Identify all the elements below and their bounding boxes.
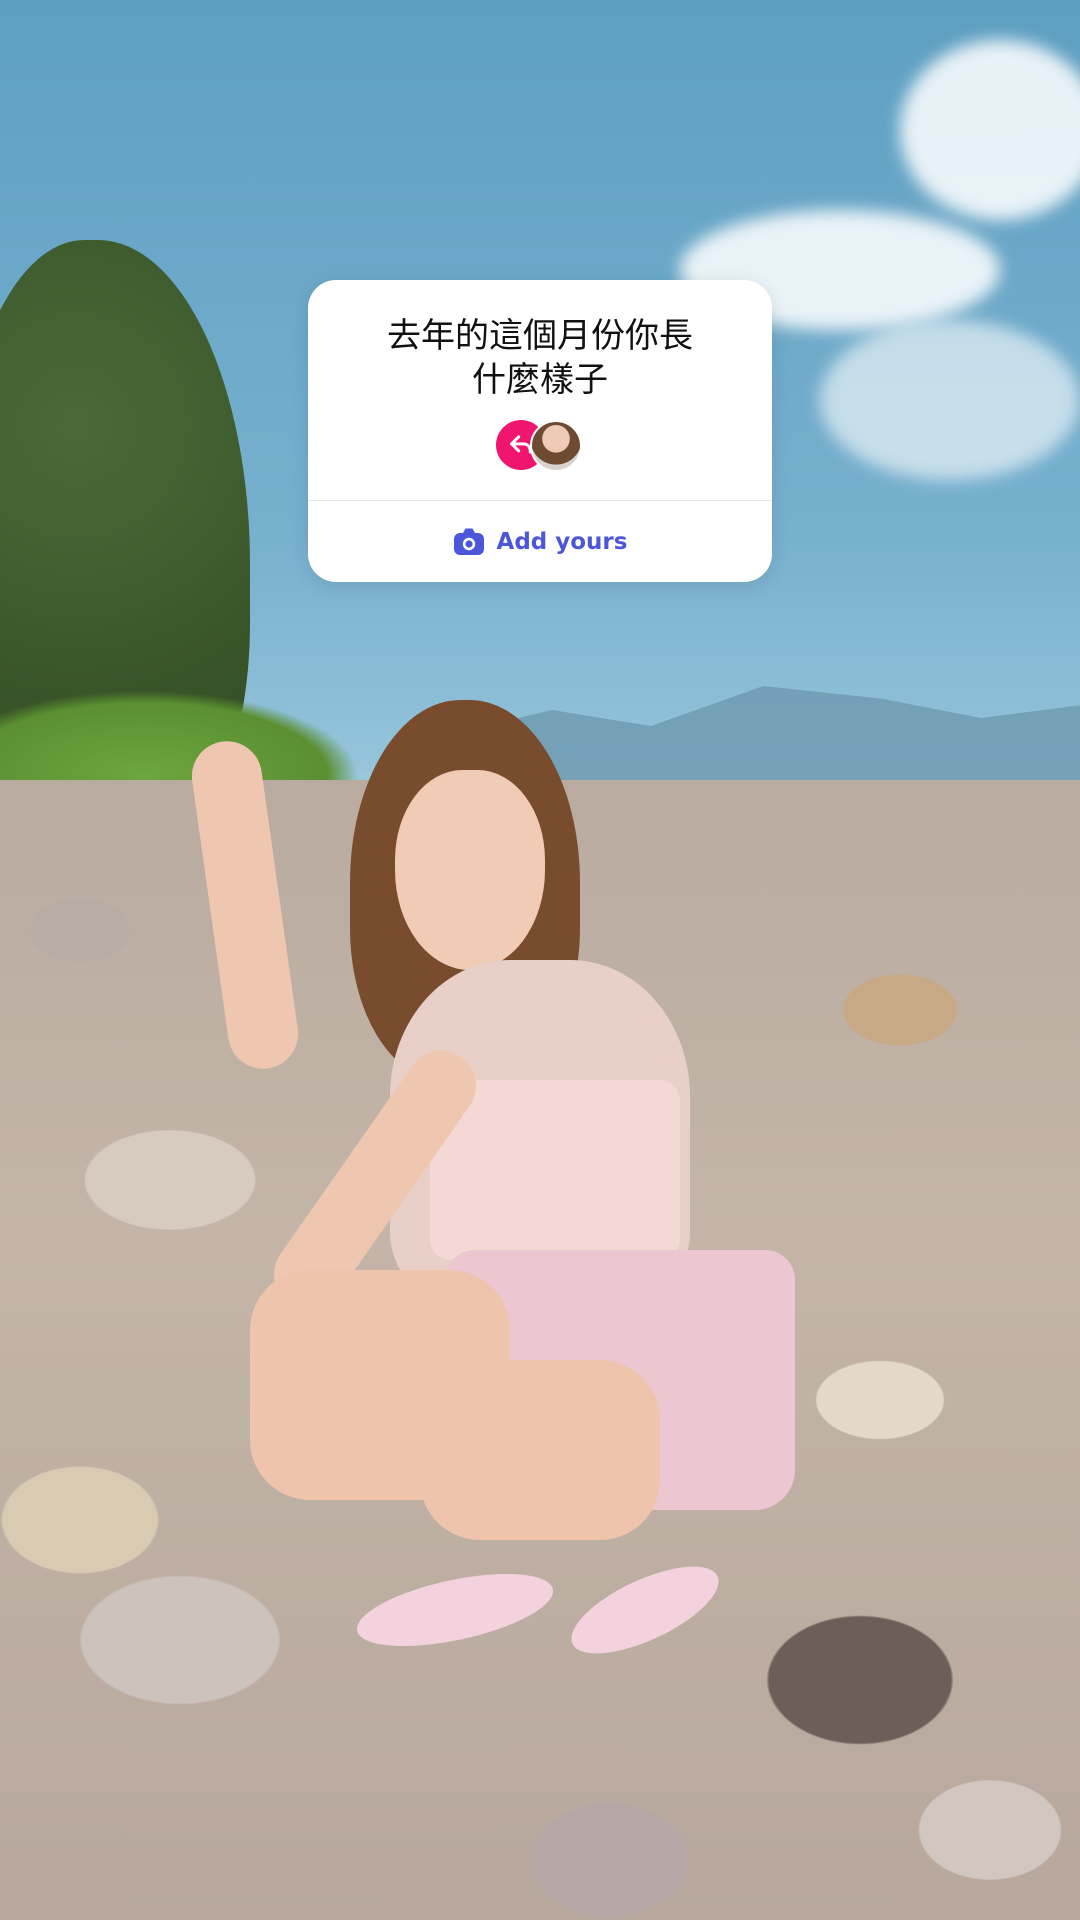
person-leg bbox=[420, 1360, 660, 1540]
avatar bbox=[530, 420, 582, 472]
person-face bbox=[395, 770, 545, 970]
add-yours-label: Add yours bbox=[496, 528, 628, 555]
sticker-prompt-line: 去年的這個月份你長 bbox=[387, 316, 693, 356]
sticker-prompt: 去年的這個月份你長 什麼樣子 bbox=[308, 314, 772, 402]
cloud bbox=[820, 320, 1080, 480]
sticker-prompt-line: 什麼樣子 bbox=[472, 360, 608, 400]
participants-avatars[interactable] bbox=[496, 420, 592, 472]
add-yours-button[interactable]: Add yours bbox=[308, 501, 772, 582]
camera-icon bbox=[453, 528, 484, 555]
add-yours-sticker[interactable]: 去年的這個月份你長 什麼樣子 Add yours bbox=[308, 280, 772, 582]
